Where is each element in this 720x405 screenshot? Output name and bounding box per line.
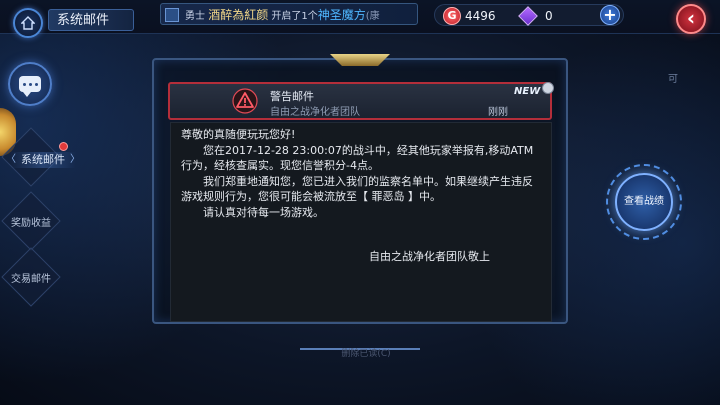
mail-paragraph: 您在2017-12-28 23:00:07的战斗中，经其他玩家举报有,移动ATM… bbox=[181, 143, 534, 173]
mail-header[interactable]: 警告邮件 自由之战净化者团队 刚刚 NEW bbox=[168, 82, 554, 120]
coin-icon: G bbox=[443, 7, 461, 25]
back-arrow-icon: ‹ bbox=[676, 4, 706, 34]
add-currency-button[interactable]: + bbox=[600, 5, 620, 25]
mail-subject: 警告邮件 bbox=[270, 90, 314, 103]
view-record-label: 查看战绩 bbox=[615, 173, 673, 231]
mail-sender: 自由之战净化者团队 bbox=[270, 107, 360, 118]
mail-greeting: 尊敬的真随便玩玩您好! bbox=[181, 128, 296, 141]
gem-icon bbox=[518, 6, 538, 26]
announce-tail: (康 bbox=[365, 11, 380, 22]
corner-text: 可 bbox=[668, 74, 678, 85]
warning-icon bbox=[232, 88, 258, 114]
chat-button[interactable] bbox=[8, 62, 52, 106]
delete-read-button[interactable]: 删除已读(C) bbox=[326, 346, 406, 362]
sidebar-item-rewards[interactable]: 奖励收益 bbox=[1, 191, 61, 251]
announce-middle: 开启了1个 bbox=[271, 11, 318, 22]
mail-paragraph: 请认真对待每一场游戏。 bbox=[203, 205, 324, 219]
mail-time: 刚刚 bbox=[488, 107, 508, 118]
player-rank-icon bbox=[165, 8, 179, 22]
home-icon bbox=[13, 8, 43, 38]
view-record-button[interactable]: 查看战绩 bbox=[606, 164, 682, 240]
new-badge: NEW bbox=[514, 86, 541, 97]
announce-item: 神圣魔方 bbox=[317, 8, 366, 22]
sidebar-item-system-mail[interactable]: 系统邮件 bbox=[6, 152, 80, 168]
announcement-ticker: 勇士 酒醉為紅颜 开启了1个神圣魔方(康 bbox=[160, 3, 418, 25]
back-button[interactable]: ‹ bbox=[672, 4, 712, 36]
chat-icon bbox=[19, 76, 41, 97]
page-title: 系统邮件 bbox=[48, 9, 134, 31]
mail-body: 尊敬的真随便玩玩您好! 您在2017-12-28 23:00:07的战斗中，经其… bbox=[170, 122, 552, 322]
mail-paragraph: 我们郑重地通知您，您已进入我们的监察名单中。如果继续产生违反游戏规则行为，您很可… bbox=[181, 174, 533, 204]
sidebar-item-label: 奖励收益 bbox=[11, 218, 51, 229]
delete-icon[interactable] bbox=[542, 82, 554, 94]
sidebar-item-label: 交易邮件 bbox=[11, 274, 51, 285]
sidebar-item-trade-mail[interactable]: 交易邮件 bbox=[1, 247, 61, 307]
gem-count: 0 bbox=[545, 9, 553, 23]
announce-player: 酒醉為紅颜 bbox=[208, 8, 269, 22]
notification-dot bbox=[59, 142, 68, 151]
home-button[interactable] bbox=[8, 6, 48, 40]
coin-count: 4496 bbox=[465, 9, 496, 23]
currency-bar: G 4496 0 bbox=[434, 4, 624, 26]
announce-prefix: 勇士 bbox=[185, 11, 205, 22]
mail-signature: 自由之战净化者团队敬上 bbox=[369, 250, 490, 263]
